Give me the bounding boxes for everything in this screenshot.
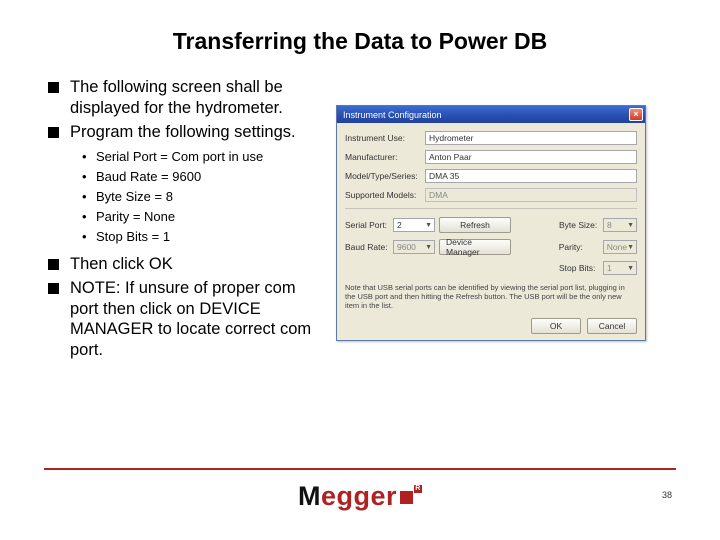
byte-size-value: 8: [607, 220, 612, 230]
bullet-list-bottom: Then click OK NOTE: If unsure of proper …: [48, 254, 328, 361]
supported-models-label: Supported Models:: [345, 190, 421, 200]
bullet-item: Then click OK: [48, 254, 328, 275]
cancel-button[interactable]: Cancel: [587, 318, 637, 334]
slide: Transferring the Data to Power DB The fo…: [0, 0, 720, 540]
sub-bullet-item: Parity = None: [82, 207, 328, 227]
serial-row: Baud Rate: 9600 ▼ Device Manager Parity:…: [345, 239, 637, 255]
stop-bits-label: Stop Bits:: [559, 263, 599, 273]
parity-label: Parity:: [559, 242, 599, 252]
dialog-window: Instrument Configuration × Instrument Us…: [336, 105, 646, 341]
manufacturer-label: Manufacturer:: [345, 152, 421, 162]
dialog-body: Instrument Use: Hydrometer Manufacturer:…: [337, 123, 645, 340]
bullet-list-top: The following screen shall be displayed …: [48, 77, 328, 143]
slide-body: The following screen shall be displayed …: [48, 77, 672, 365]
field-row: Instrument Use: Hydrometer: [345, 131, 637, 145]
chevron-down-icon: ▼: [627, 222, 634, 229]
serial-port-select[interactable]: 2 ▼: [393, 218, 435, 232]
manufacturer-value: Anton Paar: [425, 150, 637, 164]
sub-bullet-list: Serial Port = Com port in use Baud Rate …: [48, 147, 328, 248]
dialog-button-row: OK Cancel: [345, 318, 637, 334]
dialog-titlebar: Instrument Configuration ×: [337, 106, 645, 123]
serial-row: Serial Port: 2 ▼ Refresh Byte Size: 8 ▼: [345, 217, 637, 233]
stop-bits-value: 1: [607, 263, 612, 273]
logo-dot-icon: [400, 491, 413, 504]
baud-rate-select[interactable]: 9600 ▼: [393, 240, 435, 254]
dialog-title-text: Instrument Configuration: [343, 110, 442, 120]
instrument-use-value: Hydrometer: [425, 131, 637, 145]
sub-bullet-item: Baud Rate = 9600: [82, 167, 328, 187]
byte-size-select[interactable]: 8 ▼: [603, 218, 637, 232]
field-row: Supported Models: DMA: [345, 188, 637, 202]
model-value: DMA 35: [425, 169, 637, 183]
byte-size-label: Byte Size:: [559, 220, 599, 230]
footer-divider: [44, 468, 676, 470]
baud-rate-label: Baud Rate:: [345, 242, 389, 252]
dialog-note: Note that USB serial ports can be identi…: [345, 283, 637, 310]
chevron-down-icon: ▼: [425, 244, 432, 251]
supported-models-value: DMA: [425, 188, 637, 202]
sub-bullet-item: Stop Bits = 1: [82, 227, 328, 247]
bullet-item: Program the following settings.: [48, 122, 328, 143]
stop-bits-select[interactable]: 1 ▼: [603, 261, 637, 275]
field-row: Manufacturer: Anton Paar: [345, 150, 637, 164]
chevron-down-icon: ▼: [627, 265, 634, 272]
slide-title: Transferring the Data to Power DB: [48, 28, 672, 55]
ok-button[interactable]: OK: [531, 318, 581, 334]
logo-part-2: egger: [321, 481, 397, 511]
bullet-item: The following screen shall be displayed …: [48, 77, 328, 118]
serial-row: Stop Bits: 1 ▼: [345, 261, 637, 275]
sub-bullet-item: Serial Port = Com port in use: [82, 147, 328, 167]
refresh-button[interactable]: Refresh: [439, 217, 511, 233]
serial-port-value: 2: [397, 220, 402, 230]
page-number: 38: [662, 490, 672, 500]
chevron-down-icon: ▼: [425, 222, 432, 229]
device-manager-button[interactable]: Device Manager: [439, 239, 511, 255]
serial-port-label: Serial Port:: [345, 220, 389, 230]
megger-logo: Megger R: [0, 481, 720, 512]
field-row: Model/Type/Series: DMA 35: [345, 169, 637, 183]
sub-bullet-item: Byte Size = 8: [82, 187, 328, 207]
logo-part-1: M: [298, 481, 321, 511]
parity-value: None: [607, 242, 627, 252]
text-column: The following screen shall be displayed …: [48, 77, 328, 365]
registered-icon: R: [414, 485, 422, 493]
baud-rate-value: 9600: [397, 242, 416, 252]
chevron-down-icon: ▼: [627, 244, 634, 251]
close-icon[interactable]: ×: [629, 108, 643, 121]
model-label: Model/Type/Series:: [345, 171, 421, 181]
bullet-item: NOTE: If unsure of proper com port then …: [48, 278, 328, 361]
parity-select[interactable]: None ▼: [603, 240, 637, 254]
instrument-use-label: Instrument Use:: [345, 133, 421, 143]
screenshot-column: Instrument Configuration × Instrument Us…: [336, 77, 672, 365]
separator: [345, 208, 637, 209]
